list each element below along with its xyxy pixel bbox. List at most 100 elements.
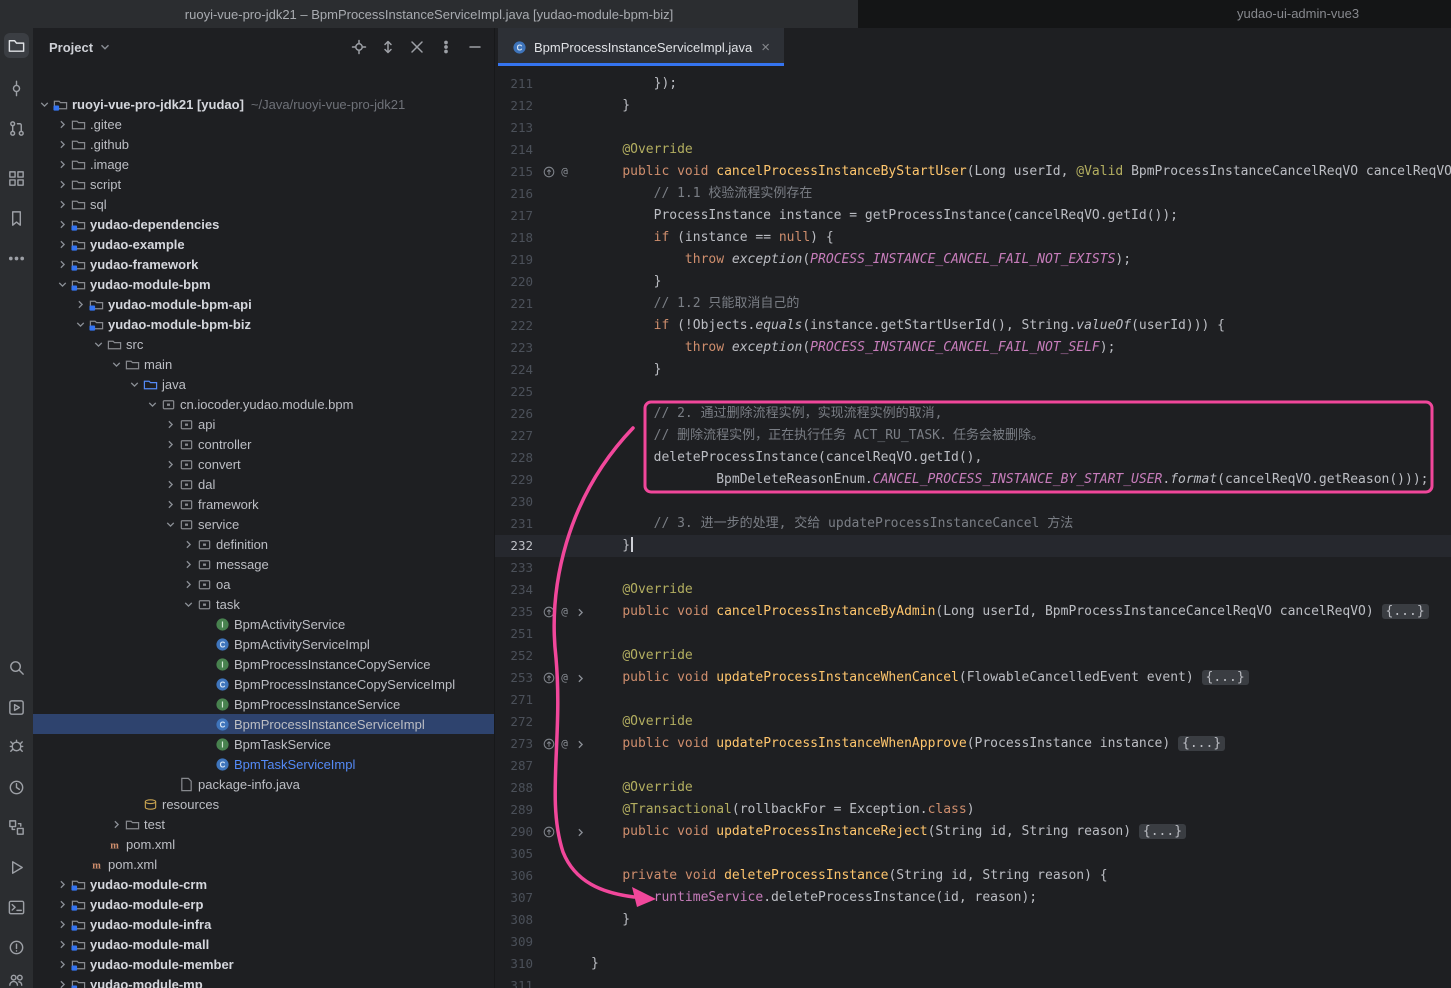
tree-item-definition[interactable]: definition <box>33 534 494 554</box>
chevron-right-icon[interactable] <box>73 298 87 311</box>
project-icon[interactable] <box>4 33 29 58</box>
chevron-right-icon[interactable] <box>181 538 195 551</box>
override-icon[interactable] <box>542 672 555 685</box>
chevron-right-icon[interactable] <box>163 438 177 451</box>
run-configurations-icon[interactable] <box>4 695 29 720</box>
chevron-right-icon[interactable] <box>55 158 69 171</box>
folded-region[interactable]: {...} <box>1382 604 1429 619</box>
tree-item-github[interactable]: .github <box>33 134 494 154</box>
locate-file-icon[interactable] <box>350 38 368 56</box>
tree-item-yudao-module-bpm-api[interactable]: yudao-module-bpm-api <box>33 294 494 314</box>
structure-icon[interactable] <box>4 166 29 191</box>
bookmarks-icon[interactable] <box>4 206 29 231</box>
tree-item-yudao-module-erp[interactable]: yudao-module-erp <box>33 894 494 914</box>
chevron-right-icon[interactable] <box>163 498 177 511</box>
tree-item-yudao-dependencies[interactable]: yudao-dependencies <box>33 214 494 234</box>
tree-item-framework[interactable]: framework <box>33 494 494 514</box>
annotation-marker-icon[interactable]: @ <box>558 738 571 751</box>
tree-item-pom-xml[interactable]: mpom.xml <box>33 834 494 854</box>
annotation-marker-icon[interactable]: @ <box>558 672 571 685</box>
profiler-icon[interactable] <box>4 775 29 800</box>
close-tab-icon[interactable]: × <box>759 39 772 56</box>
annotation-marker-icon[interactable]: @ <box>558 606 571 619</box>
tree-item-controller[interactable]: controller <box>33 434 494 454</box>
chevron-down-icon[interactable] <box>181 598 195 611</box>
chevron-down-icon[interactable] <box>55 278 69 291</box>
services-icon[interactable] <box>4 815 29 840</box>
chevron-down-icon[interactable] <box>91 338 105 351</box>
collapse-all-icon[interactable] <box>408 38 426 56</box>
debug-icon[interactable] <box>4 733 29 758</box>
chevron-down-icon[interactable] <box>37 98 51 111</box>
chevron-right-icon[interactable] <box>163 458 177 471</box>
tree-item-main[interactable]: main <box>33 354 494 374</box>
chevron-down-icon[interactable] <box>73 318 87 331</box>
chevron-right-icon[interactable] <box>55 198 69 211</box>
chevron-right-icon[interactable] <box>55 918 69 931</box>
tree-item-bpmprocessinstanceserviceimpl[interactable]: CBpmProcessInstanceServiceImpl <box>33 714 494 734</box>
tree-item-src[interactable]: src <box>33 334 494 354</box>
project-panel-title[interactable]: Project <box>49 40 93 55</box>
tree-item-yudao-module-mp[interactable]: yudao-module-mp <box>33 974 494 988</box>
tree-item-yudao-example[interactable]: yudao-example <box>33 234 494 254</box>
override-icon[interactable] <box>542 738 555 751</box>
more-tool-windows-icon[interactable] <box>4 246 29 271</box>
tree-item-yudao-module-bpm-biz[interactable]: yudao-module-bpm-biz <box>33 314 494 334</box>
override-icon[interactable] <box>542 826 555 839</box>
tree-item-bpmactivityservice[interactable]: IBpmActivityService <box>33 614 494 634</box>
code-area[interactable]: 211 });212 }213214 @Override215@ public … <box>495 66 1451 988</box>
chevron-right-icon[interactable] <box>181 558 195 571</box>
annotation-marker-icon[interactable]: @ <box>558 166 571 179</box>
tree-item-pom-xml[interactable]: mpom.xml <box>33 854 494 874</box>
tree-item-image[interactable]: .image <box>33 154 494 174</box>
tree-item-task[interactable]: task <box>33 594 494 614</box>
tree-item-api[interactable]: api <box>33 414 494 434</box>
tree-item-bpmtaskserviceimpl[interactable]: CBpmTaskServiceImpl <box>33 754 494 774</box>
tree-item-bpmtaskservice[interactable]: IBpmTaskService <box>33 734 494 754</box>
folded-region[interactable]: {...} <box>1202 670 1249 685</box>
run-icon[interactable] <box>4 855 29 880</box>
chevron-right-icon[interactable] <box>181 578 195 591</box>
tree-item-bpmactivityserviceimpl[interactable]: CBpmActivityServiceImpl <box>33 634 494 654</box>
tree-item-service[interactable]: service <box>33 514 494 534</box>
commit-icon[interactable] <box>4 76 29 101</box>
tree-item-bpmprocessinstancecopyserviceimpl[interactable]: CBpmProcessInstanceCopyServiceImpl <box>33 674 494 694</box>
tree-item-gitee[interactable]: .gitee <box>33 114 494 134</box>
tree-item-bpmprocessinstancecopyservice[interactable]: IBpmProcessInstanceCopyService <box>33 654 494 674</box>
tree-item-java[interactable]: java <box>33 374 494 394</box>
more-options-icon[interactable] <box>437 38 455 56</box>
tree-item-script[interactable]: script <box>33 174 494 194</box>
fold-icon[interactable] <box>574 737 587 750</box>
problems-icon[interactable] <box>4 935 29 960</box>
code-with-me-icon[interactable] <box>4 967 29 988</box>
chevron-right-icon[interactable] <box>163 478 177 491</box>
search-icon[interactable] <box>4 655 29 680</box>
tree-item-yudao-module-mall[interactable]: yudao-module-mall <box>33 934 494 954</box>
chevron-right-icon[interactable] <box>55 238 69 251</box>
chevron-right-icon[interactable] <box>55 118 69 131</box>
tree-item-yudao-module-infra[interactable]: yudao-module-infra <box>33 914 494 934</box>
folded-region[interactable]: {...} <box>1139 824 1186 839</box>
tree-item-dal[interactable]: dal <box>33 474 494 494</box>
tree-item-message[interactable]: message <box>33 554 494 574</box>
pull-requests-icon[interactable] <box>4 116 29 141</box>
folded-region[interactable]: {...} <box>1178 736 1225 751</box>
chevron-down-icon[interactable] <box>98 38 112 56</box>
hide-panel-icon[interactable] <box>466 38 484 56</box>
override-icon[interactable] <box>542 166 555 179</box>
chevron-right-icon[interactable] <box>55 938 69 951</box>
chevron-right-icon[interactable] <box>109 818 123 831</box>
chevron-right-icon[interactable] <box>55 878 69 891</box>
chevron-right-icon[interactable] <box>55 218 69 231</box>
fold-icon[interactable] <box>574 605 587 618</box>
expand-all-icon[interactable] <box>379 38 397 56</box>
tree-item-cn-iocoder-yudao-module-bpm[interactable]: cn.iocoder.yudao.module.bpm <box>33 394 494 414</box>
tree-item-resources[interactable]: resources <box>33 794 494 814</box>
override-icon[interactable] <box>542 606 555 619</box>
fold-icon[interactable] <box>574 825 587 838</box>
tree-item-bpmprocessinstanceservice[interactable]: IBpmProcessInstanceService <box>33 694 494 714</box>
chevron-right-icon[interactable] <box>55 958 69 971</box>
tree-item-yudao-module-bpm[interactable]: yudao-module-bpm <box>33 274 494 294</box>
tree-item-yudao-module-member[interactable]: yudao-module-member <box>33 954 494 974</box>
tree-item-sql[interactable]: sql <box>33 194 494 214</box>
